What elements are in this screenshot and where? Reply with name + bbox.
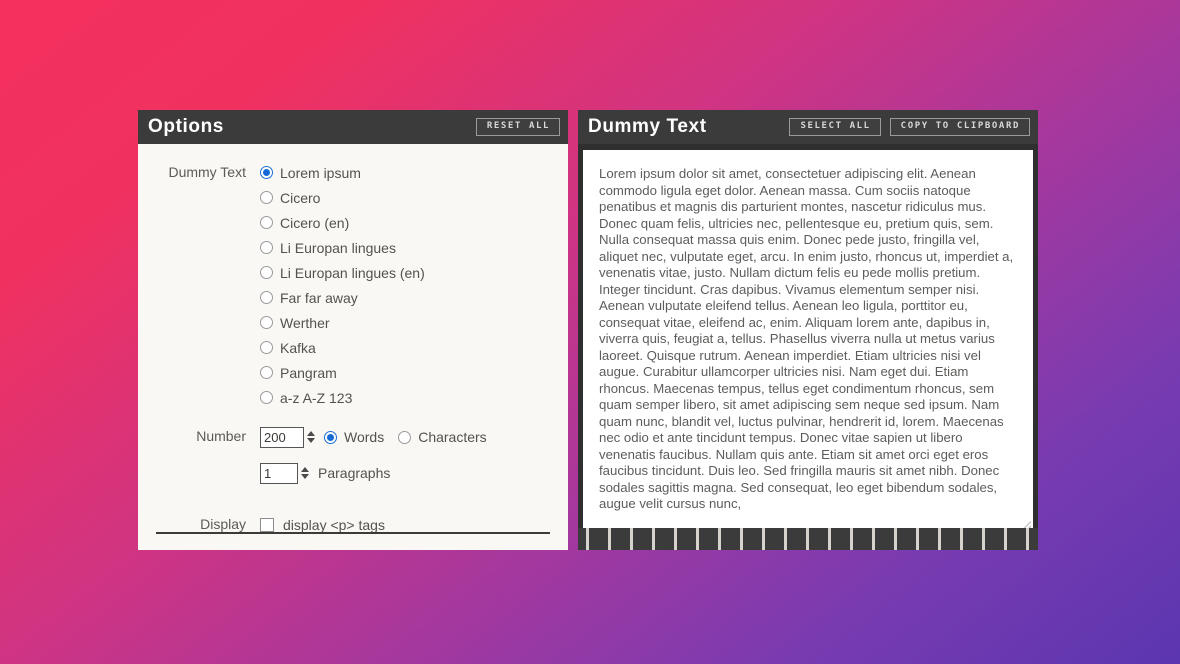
radio-icon[interactable] (260, 341, 273, 354)
paragraphs-stepper[interactable] (301, 467, 309, 479)
options-panel: Options RESET ALL Dummy Text Lorem ipsum… (138, 110, 568, 550)
radio-label: Werther (280, 314, 330, 331)
radio-label: a-z A-Z 123 (280, 389, 353, 406)
amount-stepper[interactable] (307, 431, 315, 443)
radio-option-far-far-away[interactable]: Far far away (260, 285, 552, 310)
number-row: Number Words (154, 424, 552, 486)
copy-to-clipboard-button[interactable]: COPY TO CLIPBOARD (889, 118, 1030, 136)
radio-option-lorem-ipsum[interactable]: Lorem ipsum (260, 160, 552, 185)
striped-footer-bar (578, 528, 1038, 550)
radio-option-kafka[interactable]: Kafka (260, 335, 552, 360)
radio-label: Lorem ipsum (280, 164, 361, 181)
radio-label: Kafka (280, 339, 316, 356)
reset-all-button[interactable]: RESET ALL (475, 118, 560, 136)
dummy-text-label: Dummy Text (168, 164, 246, 180)
radio-icon[interactable] (260, 291, 273, 304)
paragraphs-control-line: Paragraphs (260, 460, 552, 486)
radio-option-cicero-en[interactable]: Cicero (en) (260, 210, 552, 235)
radio-icon[interactable] (260, 191, 273, 204)
unit-words-label: Words (344, 429, 385, 445)
radio-icon[interactable] (260, 216, 273, 229)
dummy-text-content: Lorem ipsum dolor sit amet, consectetuer… (599, 166, 1014, 511)
paragraphs-input[interactable] (260, 462, 298, 484)
amount-input[interactable] (260, 426, 304, 448)
radio-label: Pangram (280, 364, 337, 381)
radio-option-pangram[interactable]: Pangram (260, 360, 552, 385)
paragraphs-label: Paragraphs (318, 465, 391, 481)
unit-characters-label: Characters (418, 429, 487, 445)
radio-icon[interactable] (260, 266, 273, 279)
radio-option-cicero[interactable]: Cicero (260, 185, 552, 210)
radio-label: Cicero (280, 189, 321, 206)
radio-label: Far far away (280, 289, 358, 306)
output-body: Lorem ipsum dolor sit amet, consectetuer… (578, 144, 1038, 550)
dummy-text-radio-group: Lorem ipsum Cicero Cicero (en) Li Europa… (260, 160, 552, 410)
unit-option-characters[interactable]: Characters (398, 429, 487, 445)
unit-option-words[interactable]: Words (324, 429, 384, 445)
select-all-button[interactable]: SELECT ALL (789, 118, 881, 136)
radio-icon[interactable] (398, 430, 412, 444)
radio-icon[interactable] (260, 241, 273, 254)
amount-control-line: Words Characters (260, 424, 552, 450)
options-panel-title: Options (148, 116, 224, 137)
output-panel-title: Dummy Text (588, 116, 707, 137)
radio-label: Li Europan lingues (en) (280, 264, 425, 281)
output-panel-header: Dummy Text SELECT ALL COPY TO CLIPBOARD (578, 110, 1038, 144)
stepper-up-icon[interactable] (301, 467, 309, 472)
radio-label: Li Europan lingues (280, 239, 396, 256)
radio-icon[interactable] (260, 366, 273, 379)
radio-option-werther[interactable]: Werther (260, 310, 552, 335)
number-label: Number (196, 428, 246, 444)
radio-label: Cicero (en) (280, 214, 350, 231)
stepper-down-icon[interactable] (307, 438, 315, 443)
options-body: Dummy Text Lorem ipsum Cicero Cicero (en… (138, 144, 568, 550)
number-controls: Words Characters Paragraphs (260, 424, 552, 486)
radio-option-li-europan-lingues-en[interactable]: Li Europan lingues (en) (260, 260, 552, 285)
stepper-up-icon[interactable] (307, 431, 315, 436)
radio-icon[interactable] (324, 430, 337, 444)
dummy-text-source-row: Dummy Text Lorem ipsum Cicero Cicero (en… (154, 160, 552, 410)
checkbox-icon[interactable] (260, 517, 274, 532)
dummy-text-generator-app: Options RESET ALL Dummy Text Lorem ipsum… (138, 110, 1038, 550)
radio-option-li-europan-lingues[interactable]: Li Europan lingues (260, 235, 552, 260)
options-divider (156, 532, 550, 534)
radio-icon[interactable] (260, 166, 273, 179)
stepper-down-icon[interactable] (301, 474, 309, 479)
dummy-text-output[interactable]: Lorem ipsum dolor sit amet, consectetuer… (583, 150, 1033, 538)
options-panel-header: Options RESET ALL (138, 110, 568, 144)
radio-icon[interactable] (260, 391, 273, 404)
radio-icon[interactable] (260, 316, 273, 329)
radio-option-alphanumeric[interactable]: a-z A-Z 123 (260, 385, 552, 410)
display-p-tags-label: display <p> tags (283, 516, 385, 533)
output-panel: Dummy Text SELECT ALL COPY TO CLIPBOARD … (578, 110, 1038, 550)
